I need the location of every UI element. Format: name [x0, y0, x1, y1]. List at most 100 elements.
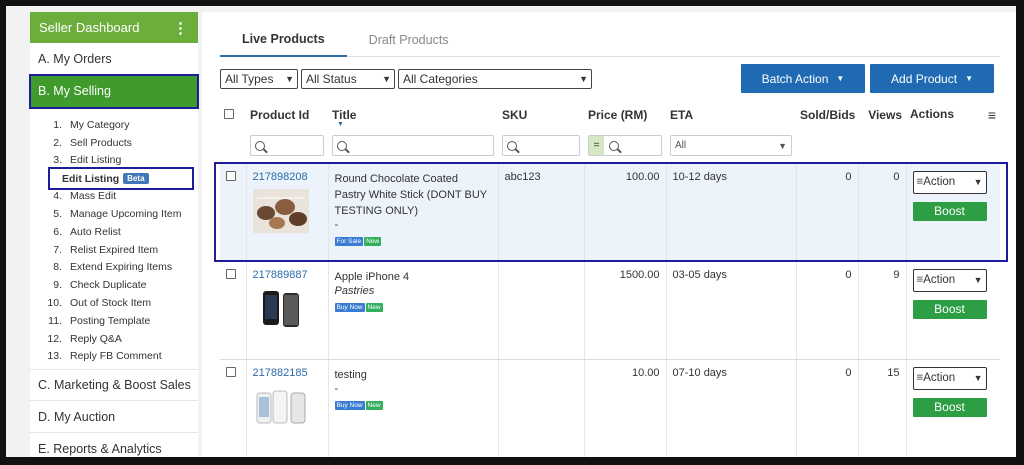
filter-cell-price: =: [584, 133, 666, 164]
sidebar-item-my-selling[interactable]: B. My Selling: [29, 74, 199, 109]
sidebar-item-my-auction[interactable]: D. My Auction: [30, 401, 198, 434]
tab-draft-products[interactable]: Draft Products: [347, 22, 471, 57]
filter-cell-sku: [498, 133, 584, 164]
submenu-number: 12.: [47, 332, 62, 345]
list-icon: ≡Action: [916, 176, 956, 188]
price-operator-toggle[interactable]: =: [589, 136, 604, 155]
product-thumbnail[interactable]: [252, 384, 309, 429]
column-header-views[interactable]: Views: [858, 97, 906, 133]
chevron-down-icon: ▼: [973, 275, 983, 285]
product-id-link[interactable]: 217882185: [253, 367, 322, 379]
sidebar-item-marketing[interactable]: C. Marketing & Boost Sales: [30, 369, 198, 402]
submenu-manage-upcoming[interactable]: 5. Manage Upcoming Item: [30, 205, 198, 223]
batch-action-button[interactable]: Batch Action ▼: [741, 64, 865, 93]
actions-cell: ≡Action ▼ Boost: [906, 261, 1000, 360]
table-row: 217898208 Round Chocolate Coated Pastry …: [220, 163, 1000, 262]
submenu-sell-products[interactable]: 2. Sell Products: [30, 134, 198, 152]
chevron-down-icon: ▼: [778, 140, 787, 151]
filter-cell-empty: [858, 133, 906, 164]
product-subtitle: -: [334, 382, 339, 395]
button-label: Add Product: [891, 71, 958, 86]
chevron-down-icon: ▼: [579, 74, 588, 84]
status-filter-select[interactable]: All Status ▼: [301, 69, 395, 89]
views-cell: 0: [858, 163, 907, 262]
sidebar-item-label: E. Reports & Analytics: [38, 441, 162, 456]
buy-now-tag: Buy Now: [334, 302, 365, 312]
submenu-reply-fb-comment[interactable]: 13. Reply FB Comment: [30, 348, 198, 366]
submenu-mass-edit[interactable]: 4. Mass Edit: [30, 187, 198, 205]
submenu-posting-template[interactable]: 11. Posting Template: [30, 312, 198, 330]
product-id-filter-input[interactable]: [250, 135, 324, 156]
column-header-title[interactable]: Title: [328, 97, 498, 133]
row-action-select[interactable]: ≡Action ▼: [912, 268, 987, 292]
views-cell: 15: [858, 359, 907, 457]
row-checkbox[interactable]: [226, 366, 236, 377]
eta-filter-select[interactable]: All ▼: [670, 135, 792, 156]
submenu-out-of-stock[interactable]: 10. Out of Stock Item: [30, 294, 198, 312]
chevron-down-icon: ▼: [382, 74, 391, 84]
boost-button[interactable]: Boost: [912, 299, 987, 319]
sku-filter-input[interactable]: [502, 135, 580, 156]
column-header-sold-bids[interactable]: Sold/Bids: [796, 97, 858, 133]
price-filter-input[interactable]: =: [588, 135, 662, 156]
submenu-extend-expiring[interactable]: 8. Extend Expiring Items: [30, 259, 198, 277]
product-thumbnail[interactable]: [252, 286, 309, 331]
column-header-sku[interactable]: SKU: [498, 97, 584, 133]
product-id-cell: 217898208: [246, 163, 329, 262]
row-checkbox[interactable]: [226, 170, 236, 181]
boost-button[interactable]: Boost: [912, 397, 987, 417]
submenu-check-duplicate[interactable]: 9. Check Duplicate: [30, 276, 198, 294]
table-row: 217889887 Apple iPhone 4 Pastries Buy No…: [220, 261, 1000, 360]
sidebar-item-reports[interactable]: E. Reports & Analytics: [30, 433, 198, 457]
column-header-actions: Actions ≡: [906, 97, 1000, 133]
sidebar-item-label: A. My Orders: [38, 51, 112, 66]
buy-now-tag: Buy Now: [334, 400, 365, 410]
product-id-link[interactable]: 217889887: [253, 269, 322, 281]
row-action-select[interactable]: ≡Action ▼: [912, 366, 987, 390]
submenu-auto-relist[interactable]: 6. Auto Relist: [30, 223, 198, 241]
price-cell: 100.00: [584, 163, 667, 262]
title-cell: Apple iPhone 4 Pastries Buy Now New: [328, 261, 499, 360]
column-header-product-id[interactable]: Product Id ▼: [246, 97, 344, 133]
column-menu-icon[interactable]: ≡: [988, 107, 996, 123]
actions-cell: ≡Action ▼ Boost: [906, 359, 1000, 457]
row-action-select[interactable]: ≡Action ▼: [912, 170, 987, 194]
filter-cell-product-id: [246, 133, 328, 164]
my-selling-submenu: 1. My Category 2. Sell Products 3. Edit Lis…: [30, 114, 198, 369]
product-thumbnail[interactable]: [252, 188, 309, 233]
row-select-cell: [220, 359, 247, 457]
sidebar-item-my-orders[interactable]: A. My Orders: [30, 43, 198, 75]
title-filter-input[interactable]: [332, 135, 494, 156]
add-product-button[interactable]: Add Product ▼: [870, 64, 994, 93]
sidebar: Seller Dashboard ⋮ A. My Orders B. My Se…: [29, 12, 199, 457]
product-tabs: Live Products Draft Products: [220, 22, 1000, 57]
row-select-cell: [220, 261, 247, 360]
column-header-eta[interactable]: ETA: [666, 97, 796, 133]
submenu-label: Sell Products: [70, 136, 132, 149]
submenu-number: 1.: [53, 118, 62, 131]
submenu-reply-qa[interactable]: 12. Reply Q&A: [30, 330, 198, 348]
submenu-my-category[interactable]: 1. My Category: [30, 116, 198, 134]
submenu-label: Mass Edit: [70, 190, 117, 203]
product-subtitle: -: [334, 218, 339, 231]
select-value: All Types: [225, 72, 274, 86]
select-all-checkbox[interactable]: [224, 109, 234, 119]
beta-badge: Beta: [123, 173, 149, 185]
product-id-link[interactable]: 217898208: [253, 171, 322, 183]
type-filter-select[interactable]: All Types ▼: [220, 69, 298, 89]
submenu-number: 6.: [53, 225, 62, 238]
kebab-menu-icon[interactable]: ⋮: [173, 19, 188, 37]
submenu-relist-expired[interactable]: 7. Relist Expired Item: [30, 241, 198, 259]
column-header-price[interactable]: Price (RM): [584, 97, 666, 133]
tab-live-products[interactable]: Live Products: [220, 22, 347, 57]
new-tag: New: [365, 400, 383, 410]
sidebar-header[interactable]: Seller Dashboard ⋮: [30, 12, 198, 43]
column-label: Actions: [910, 107, 955, 121]
row-checkbox[interactable]: [226, 268, 236, 279]
category-filter-select[interactable]: All Categories ▼: [398, 69, 592, 89]
main-panel: Live Products Draft Products All Types ▼ …: [202, 12, 1016, 457]
select-value: Action: [923, 176, 956, 188]
select-value: Action: [923, 372, 956, 384]
boost-button[interactable]: Boost: [912, 201, 987, 221]
new-tag: New: [364, 236, 382, 246]
